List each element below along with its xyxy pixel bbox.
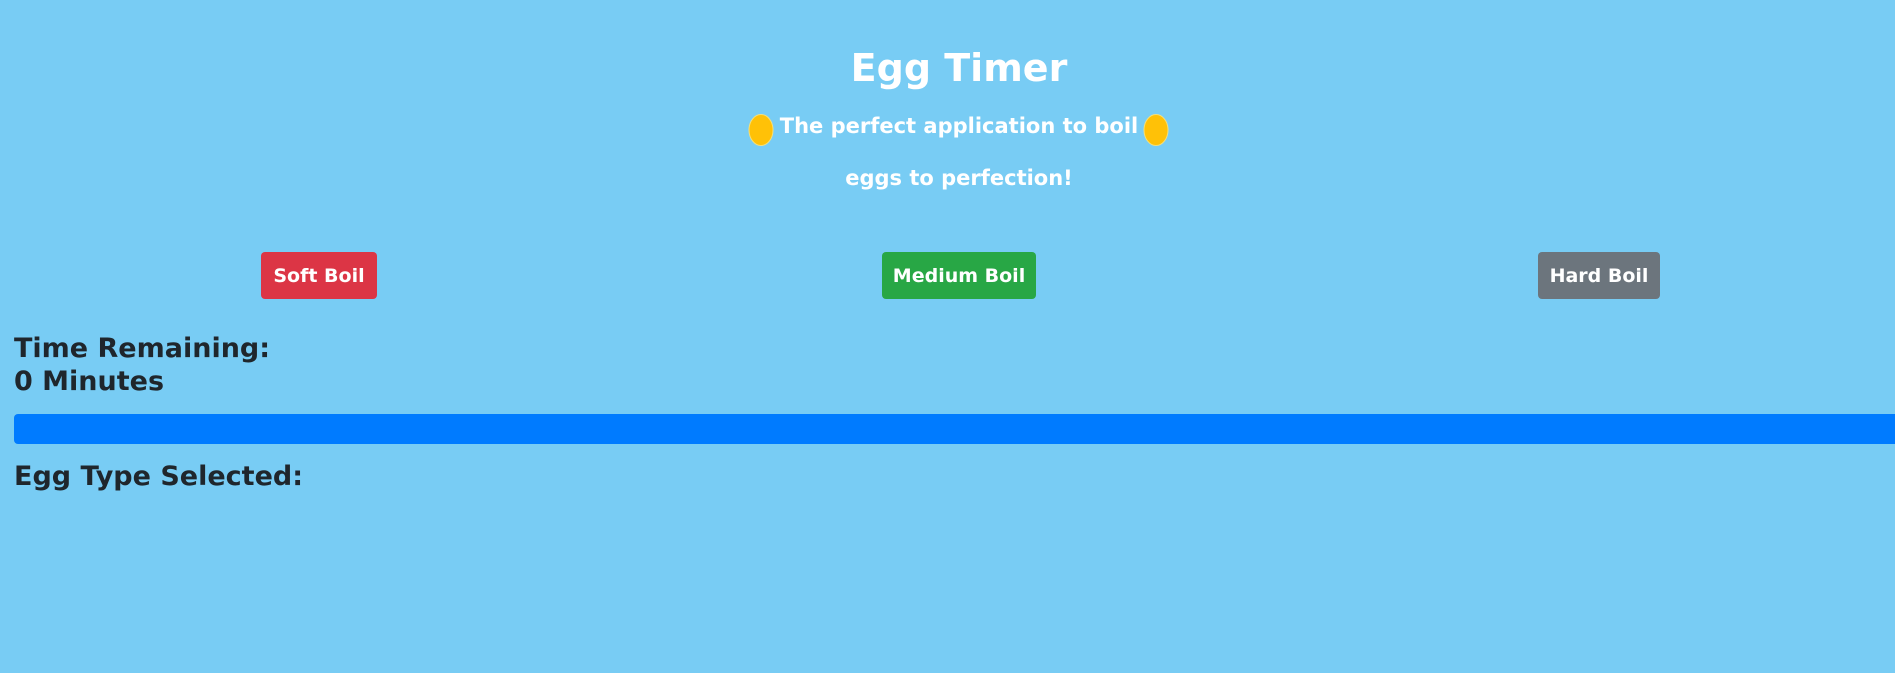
egg-icon bbox=[1143, 114, 1169, 146]
hard-boil-button[interactable]: Hard Boil bbox=[1538, 252, 1660, 299]
soft-boil-button[interactable]: Soft Boil bbox=[261, 252, 377, 299]
time-remaining-label: Time Remaining: bbox=[14, 333, 271, 364]
egg-type-selected-label: Egg Type Selected: bbox=[14, 461, 304, 492]
tagline-line-1: The perfect application to boil bbox=[779, 114, 1139, 138]
egg-timer-page: Egg Timer The perfect application to boi… bbox=[0, 0, 1895, 673]
medium-boil-button[interactable]: Medium Boil bbox=[882, 252, 1036, 299]
minutes-remaining-value: 0 Minutes bbox=[14, 366, 165, 397]
timer-progress-fill bbox=[14, 414, 1895, 444]
timer-progress-bar bbox=[14, 414, 1895, 444]
page-title: Egg Timer bbox=[850, 46, 1068, 90]
tagline-line-2: eggs to perfection! bbox=[845, 166, 1073, 190]
